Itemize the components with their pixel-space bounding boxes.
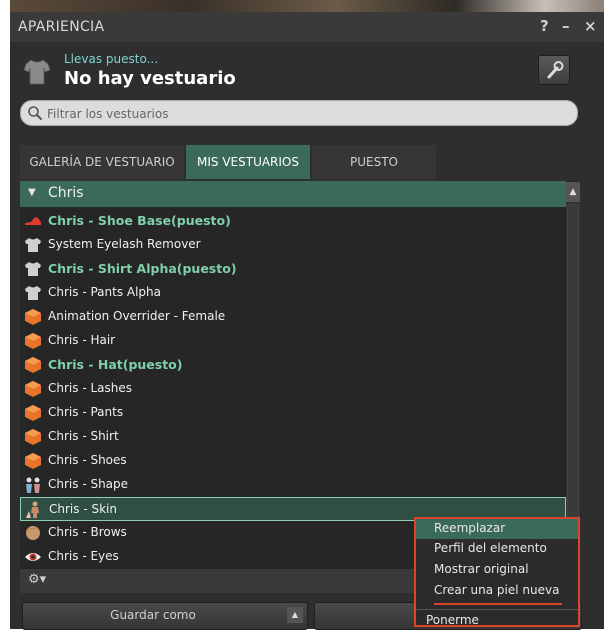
wearing-label: Llevas puesto... xyxy=(64,52,159,66)
edit-outfit-button[interactable] xyxy=(538,55,570,85)
tab-my-outfits[interactable]: MIS VESTUARIOS xyxy=(186,145,310,179)
list-item[interactable]: Chris - Lashes xyxy=(20,377,566,401)
filter-input[interactable] xyxy=(45,104,569,124)
background-scene-strip xyxy=(10,0,604,12)
list-item-label: Chris - Shoes xyxy=(48,453,127,467)
list-item[interactable]: Chris - Pants xyxy=(20,401,566,425)
object-box-icon xyxy=(25,453,41,469)
minimize-button[interactable]: – xyxy=(562,17,570,35)
eye-icon xyxy=(25,553,41,561)
gear-menu-button[interactable]: ⚙▾ xyxy=(28,572,46,587)
help-button[interactable]: ? xyxy=(540,17,549,35)
object-box-icon xyxy=(25,405,41,421)
tab-worn[interactable]: PUESTO xyxy=(312,145,436,179)
list-item[interactable]: Chris - Pants Alpha xyxy=(20,281,566,305)
list-item[interactable]: Chris - Shape xyxy=(20,473,566,497)
menu-item-create-new-skin[interactable]: Crear una piel nueva xyxy=(416,581,578,601)
menu-divider xyxy=(416,609,578,610)
current-outfit-header: Llevas puesto... No hay vestuario xyxy=(20,52,580,92)
list-item-label: Chris - Lashes xyxy=(48,381,132,395)
object-box-icon xyxy=(25,333,41,349)
list-item-label: Chris - Skin xyxy=(49,502,117,516)
wrench-icon xyxy=(547,61,564,79)
list-item-label: System Eyelash Remover xyxy=(48,237,201,251)
annotation-underline xyxy=(434,603,562,605)
list-item[interactable]: System Eyelash Remover xyxy=(20,233,566,257)
shoe-icon xyxy=(25,217,41,225)
list-item[interactable]: Animation Overrider - Female xyxy=(20,305,566,329)
wear-button[interactable]: Ponerme xyxy=(416,611,578,631)
folder-row-chris[interactable]: ▼ Chris xyxy=(20,181,566,207)
tab-outfit-gallery[interactable]: GALERÍA DE VESTUARIO xyxy=(20,145,184,179)
menu-item-replace[interactable]: Reemplazar xyxy=(416,519,578,539)
menu-item-label: Reemplazar xyxy=(434,521,506,535)
filter-search-box[interactable] xyxy=(20,100,578,126)
list-item-label: Chris - Shoe Base(puesto) xyxy=(48,213,231,228)
hair-icon xyxy=(26,526,40,540)
wear-button-label: Ponerme xyxy=(426,613,479,627)
folder-name: Chris xyxy=(48,185,84,201)
list-item-label: Chris - Brows xyxy=(48,525,127,539)
menu-item-label: Mostrar original xyxy=(434,562,529,576)
object-box-icon xyxy=(25,381,41,397)
list-item-label: Chris - Shirt Alpha(puesto) xyxy=(48,261,237,276)
search-icon xyxy=(28,106,42,120)
list-item[interactable]: Chris - Shirt Alpha(puesto) xyxy=(20,257,566,281)
list-item[interactable]: Chris - Hair xyxy=(20,329,566,353)
window-title: APARIENCIA xyxy=(18,19,105,35)
list-item-label: Chris - Hat(puesto) xyxy=(48,357,183,372)
shirt-icon xyxy=(25,238,41,252)
expand-arrow-icon[interactable]: ▼ xyxy=(28,187,36,198)
list-item[interactable]: Chris - Hat(puesto) xyxy=(20,353,566,377)
scroll-up-arrow-icon[interactable]: ▲ xyxy=(566,182,580,202)
list-item-label: Chris - Pants Alpha xyxy=(48,285,162,299)
list-item[interactable]: Chris - Shoes xyxy=(20,449,566,473)
scroll-thumb[interactable] xyxy=(567,204,579,564)
shirt-icon xyxy=(25,262,41,276)
current-outfit-name: No hay vestuario xyxy=(64,68,236,89)
list-item-label: Chris - Eyes xyxy=(48,549,119,563)
title-bar[interactable]: APARIENCIA ? – × xyxy=(10,12,604,42)
menu-item-show-original[interactable]: Mostrar original xyxy=(416,560,578,580)
object-box-icon xyxy=(25,357,41,373)
list-item-label: Chris - Hair xyxy=(48,333,116,347)
shirt-icon xyxy=(23,59,51,85)
object-box-icon xyxy=(25,309,41,325)
list-item-label: Chris - Pants xyxy=(48,405,124,419)
save-as-label: Guardar como xyxy=(110,608,196,622)
save-options-arrow-icon[interactable]: ▲ xyxy=(287,607,303,623)
save-as-button[interactable]: Guardar como ▲ xyxy=(22,602,308,630)
skin-icon xyxy=(26,501,39,518)
shape-icon xyxy=(26,477,40,493)
menu-item-label: Perfil del elemento xyxy=(434,541,547,555)
list-item[interactable]: Chris - Shirt xyxy=(20,425,566,449)
close-button[interactable]: × xyxy=(584,17,597,35)
menu-item-label: Crear una piel nueva xyxy=(434,583,560,597)
menu-item-item-profile[interactable]: Perfil del elemento xyxy=(416,539,578,559)
object-box-icon xyxy=(25,429,41,445)
shirt-icon xyxy=(25,286,41,300)
list-item-label: Chris - Shape xyxy=(48,477,129,491)
list-item[interactable]: Chris - Shoe Base(puesto) xyxy=(20,209,566,233)
context-menu: Reemplazar Perfil del elemento Mostrar o… xyxy=(414,517,580,627)
list-item-label: Chris - Shirt xyxy=(48,429,119,443)
list-item-label: Animation Overrider - Female xyxy=(48,309,226,323)
